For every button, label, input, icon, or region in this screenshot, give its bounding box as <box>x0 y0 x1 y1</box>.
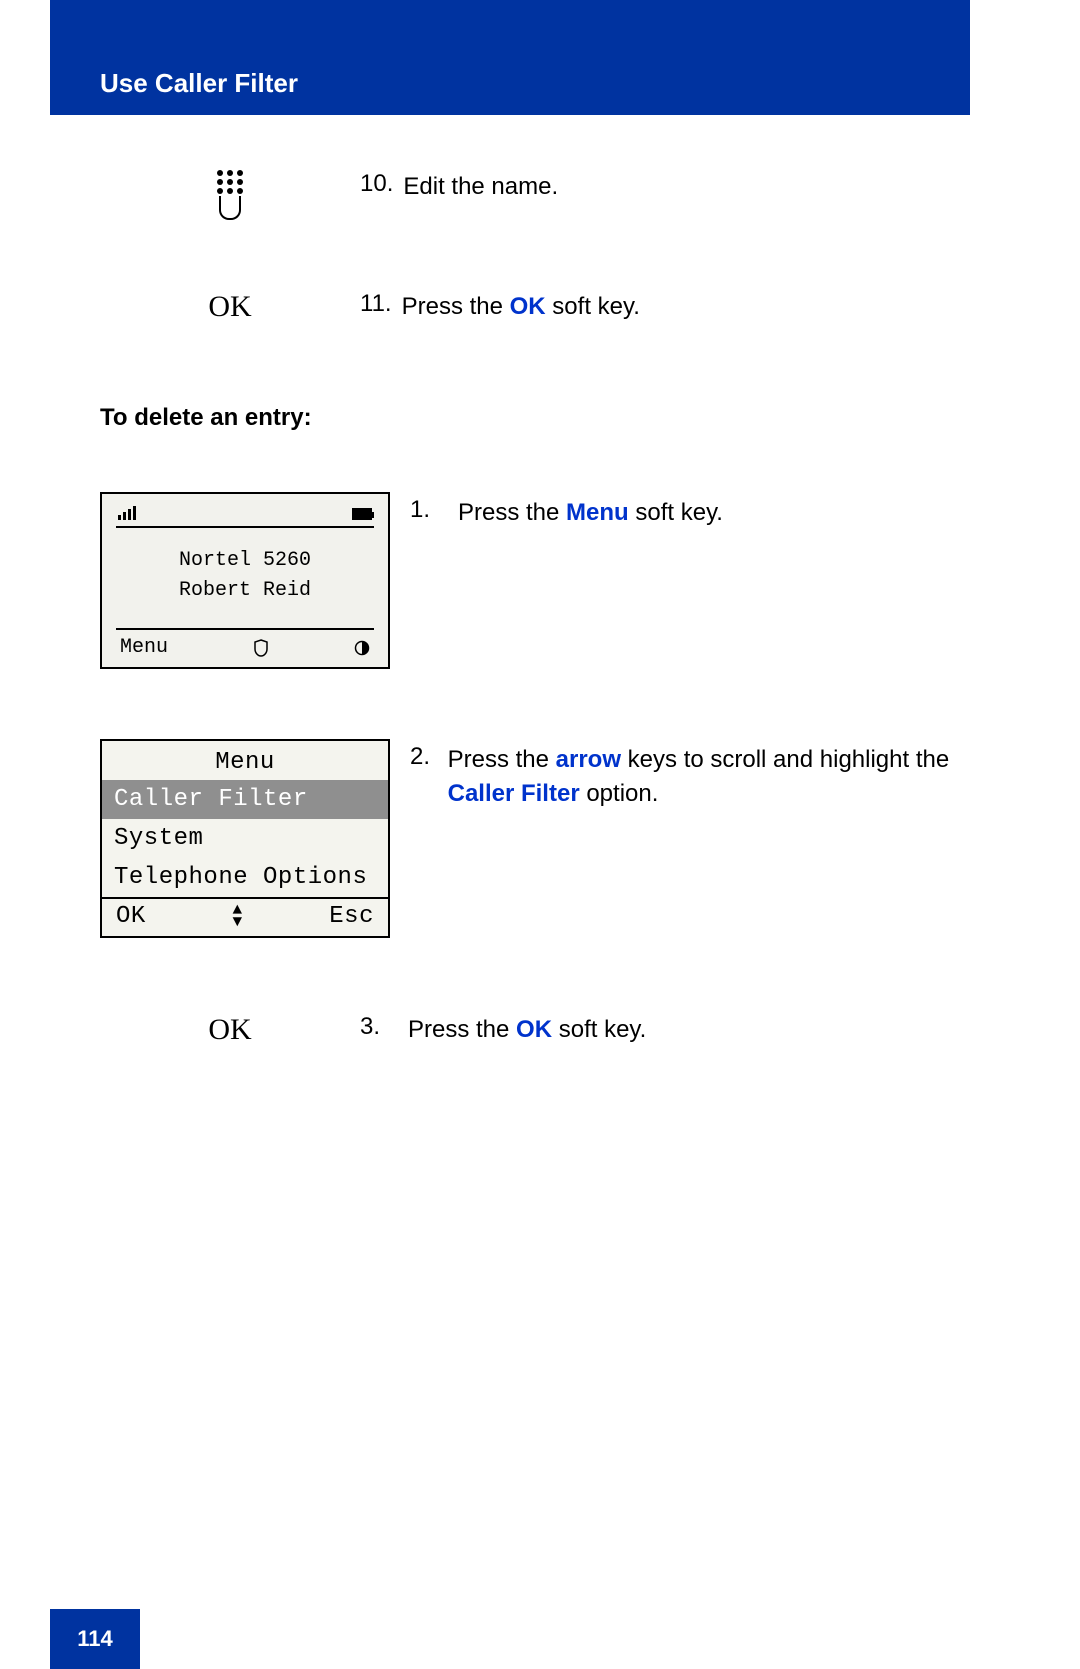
step-text: Press the OK soft key. <box>408 1013 646 1047</box>
ok-label-icon: OK <box>208 1013 251 1047</box>
menu-item-system: System <box>102 819 388 858</box>
phone-center-text: Nortel 5260 Robert Reid <box>102 528 388 628</box>
keypad-hand-icon <box>210 170 250 220</box>
phone-line1: Nortel 5260 <box>102 546 388 576</box>
icon-col: OK <box>100 290 360 324</box>
section-heading: To delete an entry: <box>100 404 312 431</box>
step-text-col: 2. Press the arrow keys to scroll and hi… <box>410 739 970 810</box>
icon-col <box>100 170 360 220</box>
menu-item-caller-filter: Caller Filter <box>102 780 388 819</box>
menu-softkey-right: Esc <box>329 903 374 930</box>
step-number: 1. <box>410 496 448 524</box>
icon-col: OK <box>100 1013 360 1047</box>
section-heading-row: To delete an entry: <box>100 404 970 432</box>
header-title: Use Caller Filter <box>100 68 298 99</box>
step-row-10: 10. Edit the name. <box>100 170 970 220</box>
phone-menu-screen: Menu Caller Filter System Telephone Opti… <box>100 739 390 938</box>
step-text: Edit the name. <box>403 170 558 204</box>
page-header: Use Caller Filter <box>50 0 970 115</box>
menu-item-telephone-options: Telephone Options <box>102 858 388 897</box>
step-number: 11. <box>360 290 392 318</box>
ok-label-icon: OK <box>208 290 251 324</box>
menu-footer: OK ▲▼ Esc <box>102 897 388 936</box>
step-text: Press the Menu soft key. <box>458 496 723 530</box>
phone-status-bar <box>102 506 388 526</box>
softkey-left: Menu <box>120 636 168 659</box>
page-number-badge: 114 <box>50 1609 140 1669</box>
delete-step-1-row: Nortel 5260 Robert Reid Menu 1. Press th… <box>100 492 970 669</box>
delete-step-3-row: OK 3. Press the OK soft key. <box>100 1013 970 1047</box>
step-text: Press the OK soft key. <box>402 290 640 324</box>
step-text-col: 11. Press the OK soft key. <box>360 290 970 324</box>
phone-softkeys: Menu <box>102 630 388 659</box>
screen-col: Nortel 5260 Robert Reid Menu <box>100 492 410 669</box>
step-number: 3. <box>360 1013 398 1041</box>
phone-idle-screen: Nortel 5260 Robert Reid Menu <box>100 492 390 669</box>
contrast-icon <box>354 640 370 656</box>
phone-line2: Robert Reid <box>102 576 388 606</box>
battery-icon <box>352 508 372 520</box>
step-text-col: 10. Edit the name. <box>360 170 970 204</box>
delete-step-2-row: Menu Caller Filter System Telephone Opti… <box>100 739 970 938</box>
page-number: 114 <box>77 1626 113 1652</box>
book-icon <box>254 639 268 657</box>
screen-col: Menu Caller Filter System Telephone Opti… <box>100 739 410 938</box>
menu-softkey-left: OK <box>116 903 146 930</box>
step-row-11: OK 11. Press the OK soft key. <box>100 290 970 324</box>
step-text-col: 3. Press the OK soft key. <box>360 1013 970 1047</box>
step-number: 2. <box>410 743 438 771</box>
step-text-col: 1. Press the Menu soft key. <box>410 492 970 530</box>
menu-title: Menu <box>102 741 388 780</box>
updown-arrow-icon: ▲▼ <box>232 905 242 927</box>
page-content: 10. Edit the name. OK 11. Press the OK s… <box>100 115 970 1047</box>
signal-icon <box>118 506 136 520</box>
step-number: 10. <box>360 170 393 198</box>
step-text: Press the arrow keys to scroll and highl… <box>448 743 970 810</box>
